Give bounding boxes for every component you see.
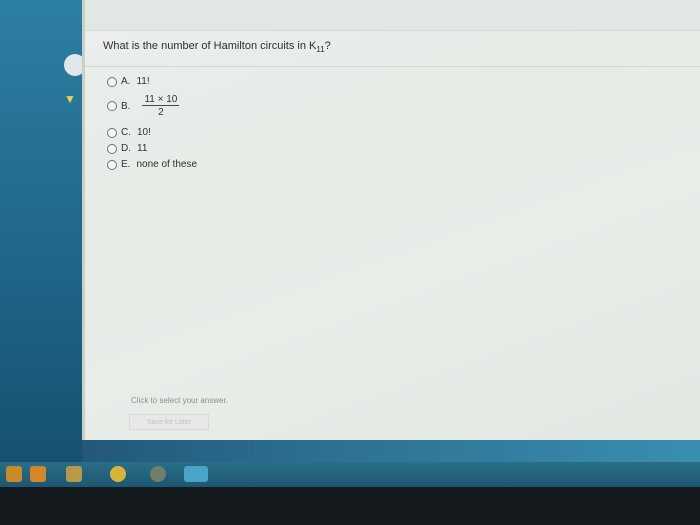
media-player-icon[interactable]: [30, 466, 46, 482]
option-a[interactable]: A. 11!: [107, 76, 150, 87]
select-answer-hint: Click to select your answer.: [131, 396, 228, 405]
option-b[interactable]: B. 11 × 10 2: [107, 94, 180, 118]
save-for-later-button[interactable]: Save for Later: [129, 414, 209, 430]
question-text: What is the number of Hamilton circuits …: [103, 40, 331, 55]
chrome-icon[interactable]: [110, 466, 126, 482]
app-icon[interactable]: [150, 466, 166, 482]
arrow-icon: ▼: [64, 92, 76, 106]
photos-icon[interactable]: [66, 466, 82, 482]
fraction: 11 × 10 2: [142, 94, 180, 118]
monitor-bezel: [0, 487, 700, 525]
radio-d[interactable]: [107, 143, 117, 154]
question-divider: [85, 66, 700, 67]
option-d[interactable]: D. 11: [107, 143, 147, 154]
folder-icon[interactable]: [6, 466, 22, 482]
option-e[interactable]: E. none of these: [107, 159, 197, 170]
radio-a[interactable]: [107, 76, 117, 87]
radio-b[interactable]: [107, 101, 117, 111]
radio-c[interactable]: [107, 127, 117, 138]
window-top-bar: [85, 0, 700, 31]
left-panel: ▼: [0, 0, 86, 470]
radio-e[interactable]: [107, 159, 117, 170]
question-window: What is the number of Hamilton circuits …: [82, 0, 700, 440]
browser-icon[interactable]: [184, 466, 208, 482]
option-c[interactable]: C. 10!: [107, 127, 151, 138]
taskbar: [0, 462, 700, 487]
